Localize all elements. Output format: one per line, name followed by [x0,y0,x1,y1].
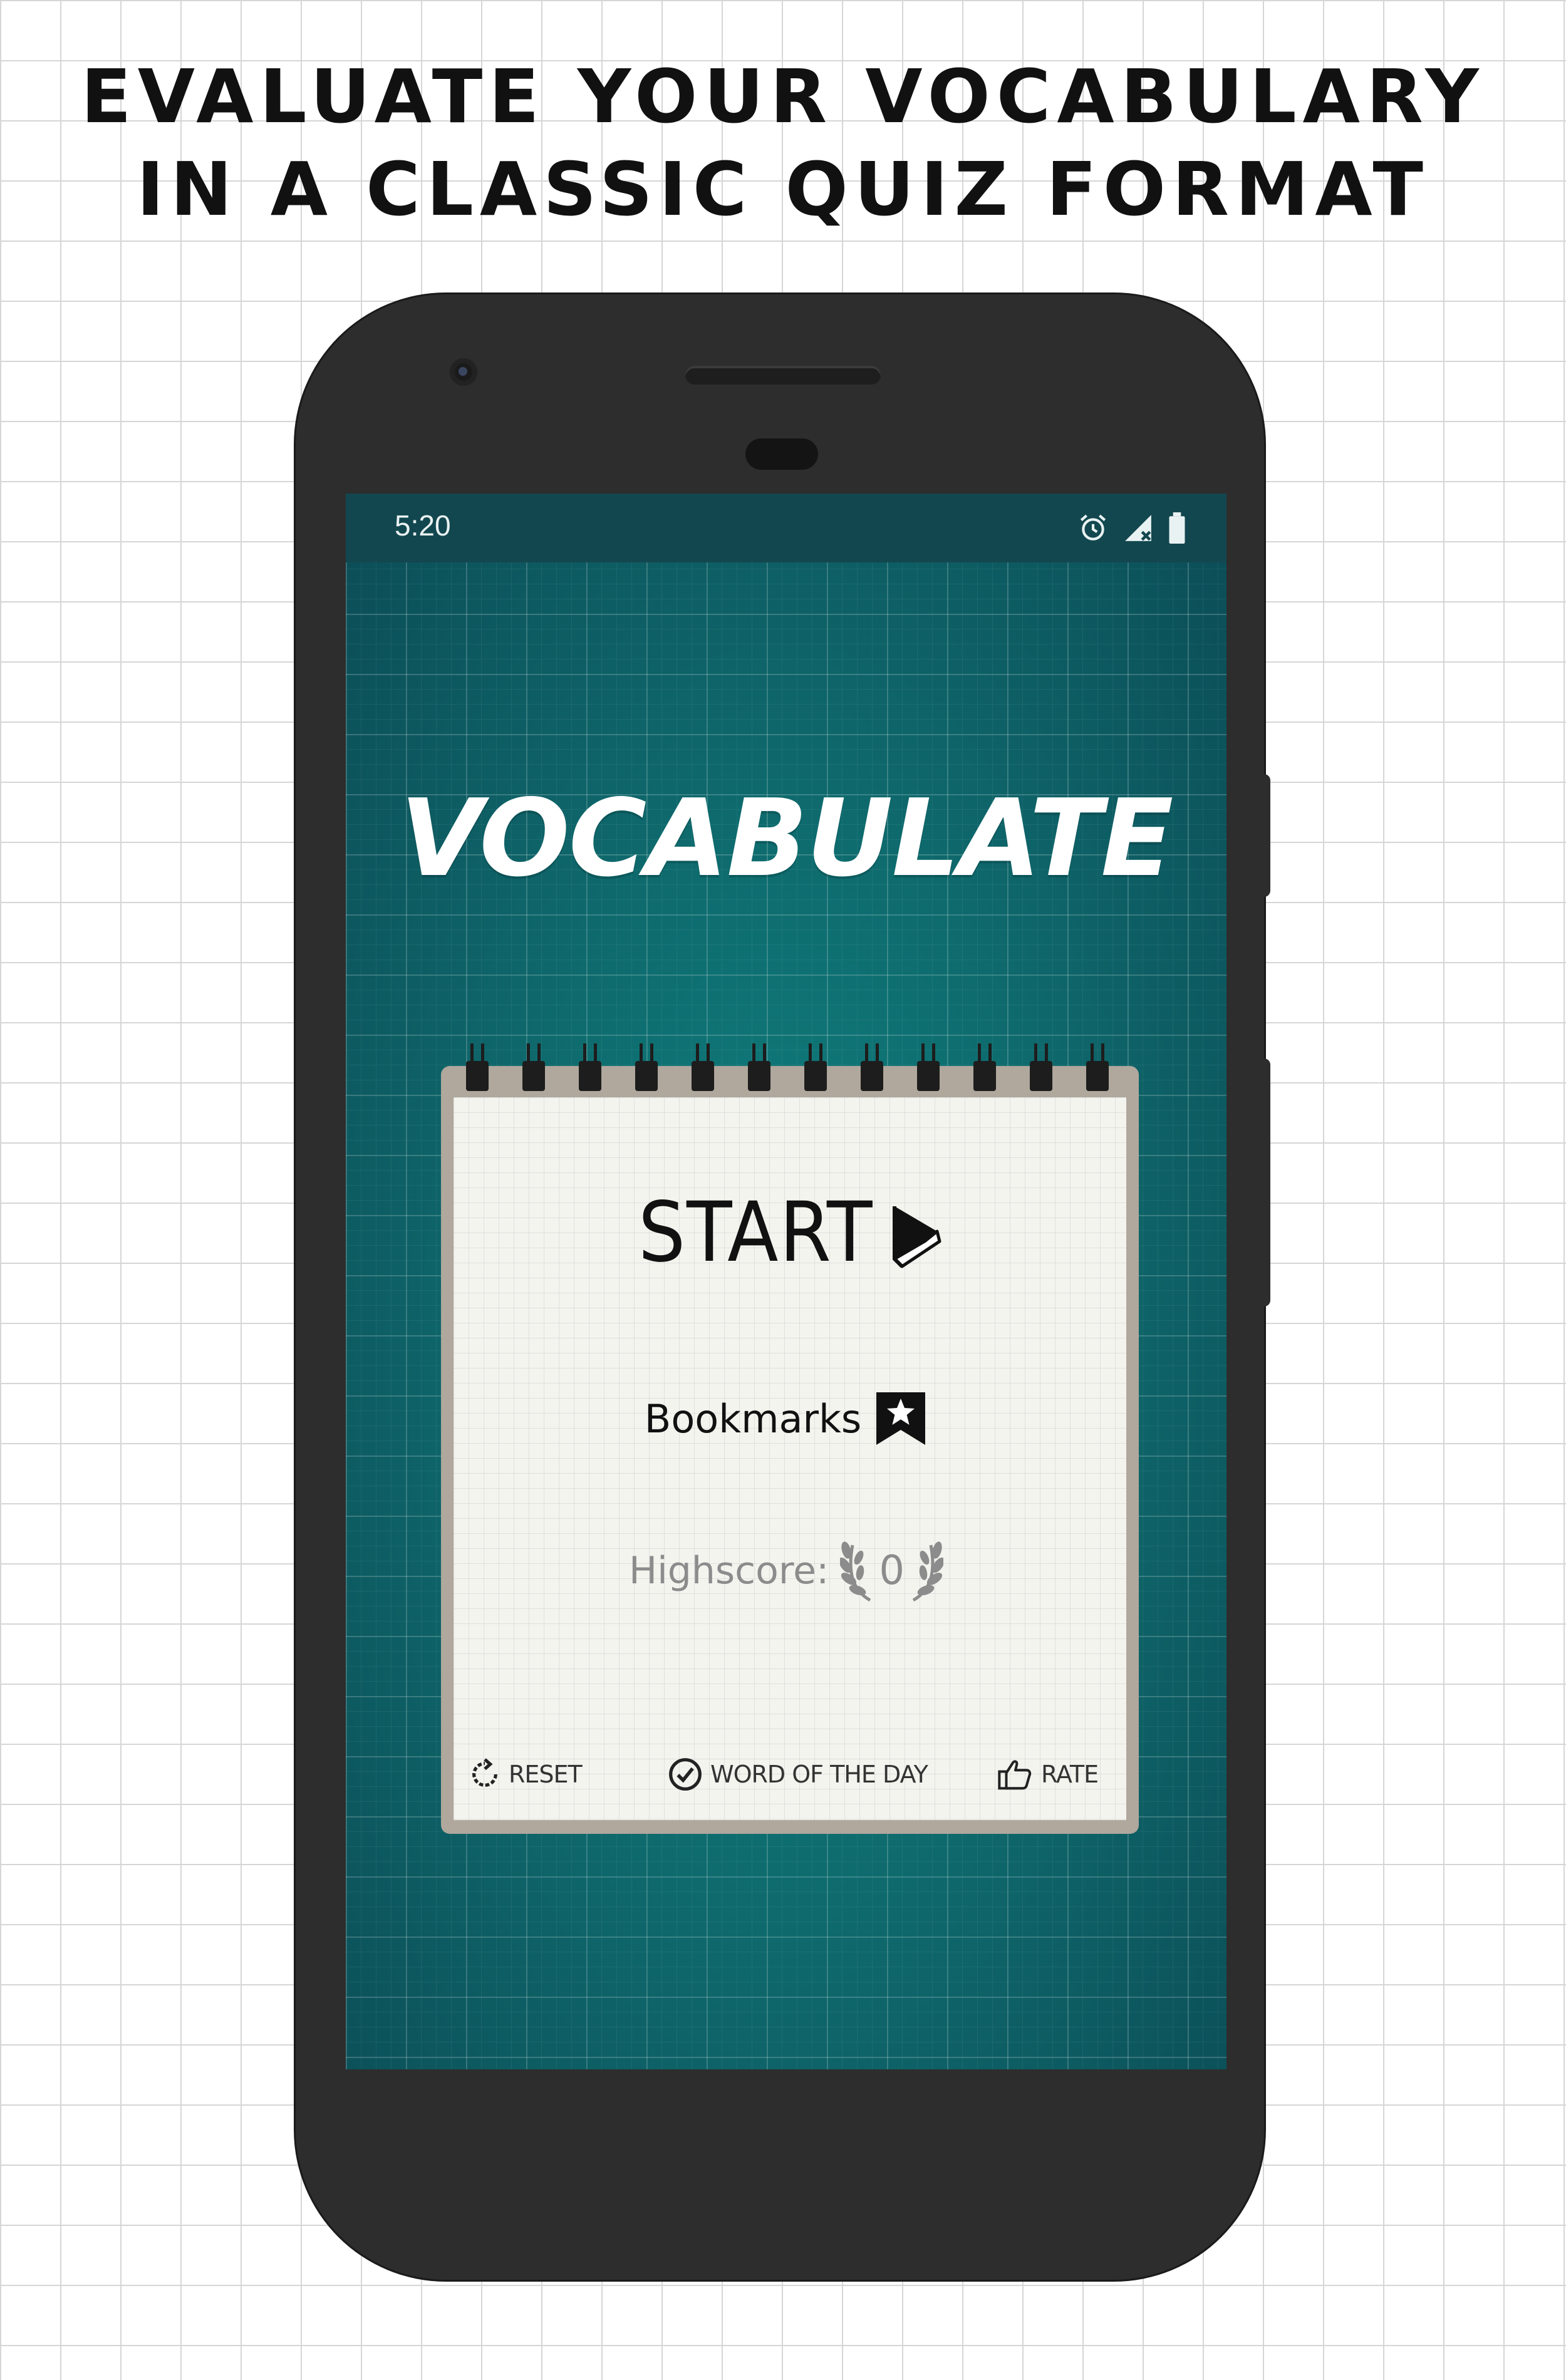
headline-line-2: IN A CLASSIC QUIZ FORMAT [136,146,1430,232]
spiral-ring [1086,1043,1109,1091]
status-time: 5:20 [395,509,451,542]
spiral-ring [748,1043,770,1091]
word-of-the-day-label: WORD OF THE DAY [710,1761,928,1788]
phone-volume-button [1262,1058,1270,1306]
reset-label: RESET [509,1761,583,1788]
alarm-icon [1080,514,1106,541]
signal-icon [1125,515,1151,541]
app-title: VOCABULATE [400,777,1174,901]
highscore-value: 0 [879,1548,905,1594]
promo-headline: EVALUATE YOUR VOCABULARY IN A CLASSIC QU… [0,50,1566,235]
spiral-ring [804,1043,827,1091]
start-button[interactable]: START [346,1182,1226,1283]
notepad-spiral-binding [441,1043,1139,1100]
laurel-right-icon [912,1541,944,1602]
spiral-ring [692,1043,714,1091]
proximity-sensor [745,438,818,470]
spiral-ring [635,1043,658,1091]
spiral-ring [522,1043,545,1091]
highscore-label: Highscore: [628,1549,829,1593]
phone-screen: 5:20 VOCABULATE START Bookmarks Highscor… [346,494,1226,2069]
spiral-ring [466,1043,489,1091]
battery-icon [1169,512,1185,544]
status-bar: 5:20 [346,494,1226,562]
bookmarks-button[interactable]: Bookmarks [346,1384,1226,1453]
rate-label: RATE [1041,1761,1099,1788]
bookmark-star-icon [876,1392,926,1445]
phone-power-button [1262,774,1270,897]
headline-line-1: EVALUATE YOUR VOCABULARY [81,53,1485,140]
spiral-ring [579,1043,601,1091]
spiral-ring [1030,1043,1052,1091]
check-circle-icon [669,1758,702,1791]
rate-button[interactable]: RATE [997,1752,1099,1796]
front-camera [450,358,477,386]
laurel-left-icon [840,1541,871,1602]
reset-icon [472,1758,497,1787]
spiral-ring [973,1043,996,1091]
start-label: START [638,1184,874,1281]
spiral-ring [861,1043,883,1091]
bookmarks-label: Bookmarks [644,1395,862,1442]
play-icon [892,1206,941,1268]
word-of-the-day-button[interactable]: WORD OF THE DAY [668,1752,928,1796]
earpiece-speaker [685,366,881,385]
reset-button[interactable]: RESET [469,1752,583,1796]
highscore-display: Highscore: 0 [346,1533,1226,1608]
spiral-ring [917,1043,940,1091]
thumbs-up-icon [998,1760,1032,1790]
